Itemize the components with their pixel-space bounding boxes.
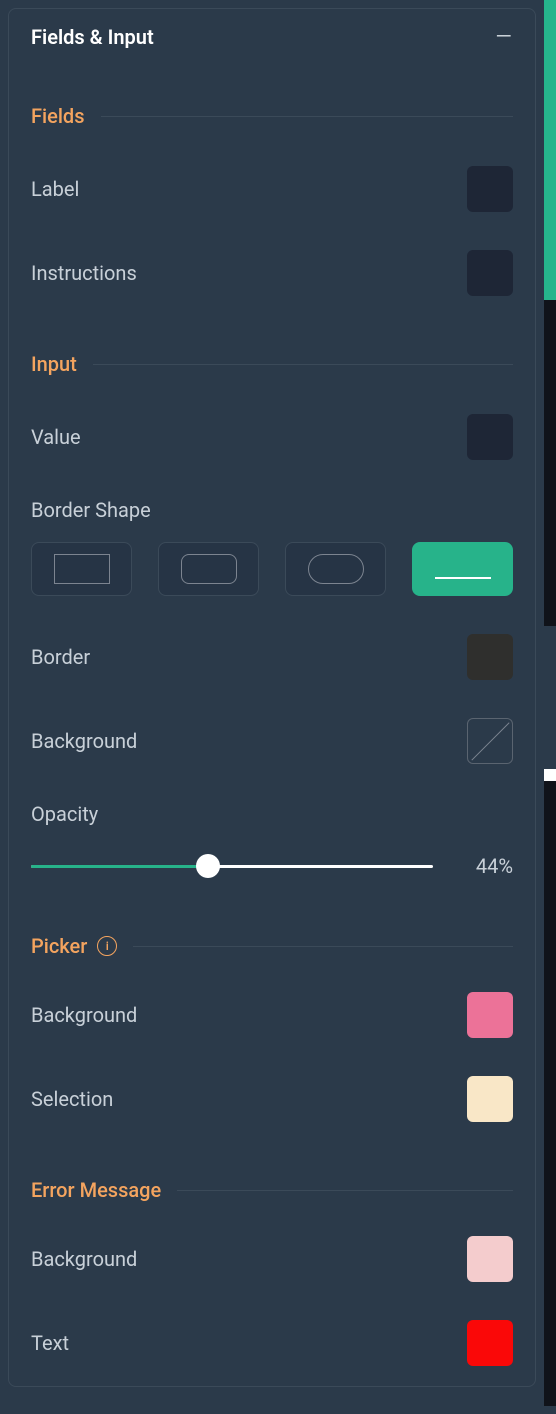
info-icon[interactable]: i	[97, 936, 117, 956]
picker-selection-swatch[interactable]	[467, 1076, 513, 1122]
fields-and-input-panel: Fields & Input – Fields Label Instructio…	[8, 8, 536, 1387]
panel-title: Fields & Input	[31, 25, 154, 49]
row-label-color: Label	[9, 166, 535, 212]
app-edge-strip	[544, 0, 556, 1406]
shape-underline[interactable]	[412, 542, 513, 596]
row-value-color: Value	[9, 414, 535, 460]
section-title-error: Error Message	[31, 1178, 161, 1202]
section-title-input: Input	[31, 352, 77, 376]
panel-header: Fields & Input –	[9, 9, 535, 76]
picker-background-swatch[interactable]	[467, 992, 513, 1038]
row-picker-selection: Selection	[9, 1076, 535, 1122]
label-color-swatch[interactable]	[467, 166, 513, 212]
border-shape-label: Border Shape	[31, 498, 151, 522]
picker-selection-label: Selection	[31, 1087, 113, 1111]
rounded-corners-icon	[181, 554, 237, 584]
error-background-label: Background	[31, 1247, 137, 1271]
pill-shape-icon	[308, 554, 364, 584]
row-error-background: Background	[9, 1236, 535, 1282]
row-error-text: Text	[9, 1320, 535, 1366]
sharp-corners-icon	[54, 554, 110, 584]
opacity-control: Opacity 44%	[9, 802, 535, 878]
value-color-swatch[interactable]	[467, 414, 513, 460]
row-background-color: Background	[9, 718, 535, 764]
error-text-label: Text	[31, 1331, 69, 1355]
border-color-swatch[interactable]	[467, 634, 513, 680]
slider-thumb[interactable]	[196, 854, 220, 878]
instructions-color-swatch[interactable]	[467, 250, 513, 296]
row-picker-background: Background	[9, 992, 535, 1038]
border-label: Border	[31, 645, 90, 669]
input-background-label: Background	[31, 729, 137, 753]
label-label: Label	[31, 177, 79, 201]
picker-background-label: Background	[31, 1003, 137, 1027]
row-border-shape-label: Border Shape	[9, 498, 535, 522]
row-border-color: Border	[9, 634, 535, 680]
opacity-slider[interactable]	[31, 854, 433, 878]
opacity-value: 44%	[461, 854, 513, 878]
error-section-heading: Error Message	[9, 1178, 535, 1202]
section-title-picker: Picker	[31, 934, 87, 958]
input-background-swatch[interactable]	[467, 718, 513, 764]
value-label: Value	[31, 425, 81, 449]
fields-section-heading: Fields	[9, 104, 535, 128]
shape-rounded[interactable]	[158, 542, 259, 596]
input-section-heading: Input	[9, 352, 535, 376]
row-instructions-color: Instructions	[9, 250, 535, 296]
error-text-swatch[interactable]	[467, 1320, 513, 1366]
shape-pill[interactable]	[285, 542, 386, 596]
instructions-label: Instructions	[31, 261, 137, 285]
opacity-label: Opacity	[31, 802, 513, 826]
picker-section-heading: Picker i	[9, 934, 535, 958]
collapse-icon[interactable]: –	[495, 23, 513, 51]
error-background-swatch[interactable]	[467, 1236, 513, 1282]
section-title-fields: Fields	[31, 104, 85, 128]
underline-shape-icon	[435, 577, 491, 579]
shape-sharp[interactable]	[31, 542, 132, 596]
border-shape-options	[9, 542, 535, 596]
